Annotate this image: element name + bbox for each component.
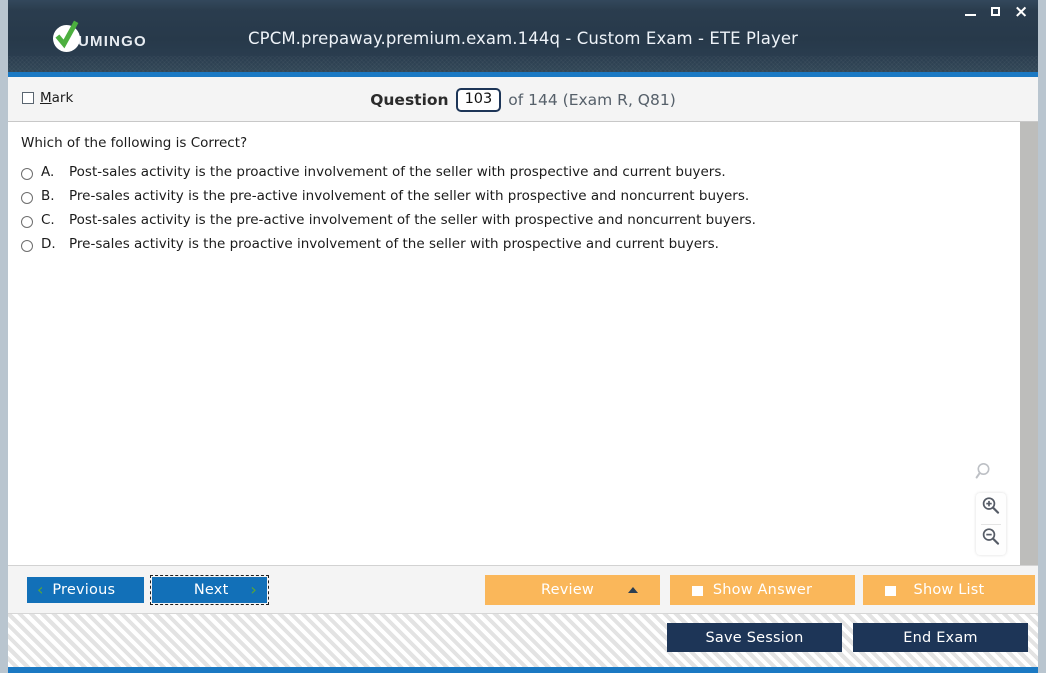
radio-button[interactable] <box>21 240 33 252</box>
option-letter: B. <box>41 188 55 204</box>
radio-button[interactable] <box>21 168 33 180</box>
square-icon <box>692 586 703 596</box>
save-session-button-label: Save Session <box>705 629 804 646</box>
question-content-pane: Which of the following is Correct? A. Po… <box>8 122 1038 565</box>
option-text: Post-sales activity is the pre-active in… <box>69 212 756 228</box>
show-answer-button-label: Show Answer <box>712 582 813 598</box>
radio-button[interactable] <box>21 216 33 228</box>
option-letter: A. <box>41 164 55 180</box>
review-button-label: Review <box>541 582 594 598</box>
answer-option[interactable]: B. Pre-sales activity is the pre-active … <box>21 188 1008 212</box>
titlebar-texture <box>8 56 1038 72</box>
chevron-left-icon: ‹ <box>37 580 44 599</box>
zoom-in-icon[interactable] <box>981 496 1001 521</box>
question-prompt: Which of the following is Correct? <box>21 135 248 151</box>
ete-player-window: UMINGO CPCM.prepaway.premium.exam.144q -… <box>0 0 1046 673</box>
end-exam-button-label: End Exam <box>903 629 978 646</box>
content-scrollbar[interactable] <box>1020 122 1038 565</box>
question-header-bar: Mark Question 103 of 144 (Exam R, Q81) <box>8 77 1038 122</box>
review-button[interactable]: Review <box>485 575 660 605</box>
option-letter: C. <box>41 212 55 228</box>
previous-button[interactable]: ‹ Previous <box>27 577 144 603</box>
navigation-toolbar: ‹ Previous Next › Review Show Answer Sho… <box>8 565 1038 614</box>
answer-options-list: A. Post-sales activity is the proactive … <box>21 164 1008 260</box>
question-number-field[interactable]: 103 <box>455 88 502 112</box>
question-word: Question <box>370 91 449 109</box>
bottom-accent-bar <box>8 667 1038 673</box>
option-text: Pre-sales activity is the pre-active inv… <box>69 188 750 204</box>
question-total-label: of 144 (Exam R, Q81) <box>508 91 676 109</box>
title-bar: UMINGO CPCM.prepaway.premium.exam.144q -… <box>8 0 1038 72</box>
footer-bar: Save Session End Exam <box>8 613 1038 667</box>
option-text: Pre-sales activity is the proactive invo… <box>69 236 719 252</box>
next-button[interactable]: Next › <box>150 575 269 605</box>
radio-button[interactable] <box>21 192 33 204</box>
show-list-button-label: Show List <box>913 582 985 598</box>
chevron-right-icon: › <box>250 580 257 599</box>
answer-option[interactable]: C. Post-sales activity is the pre-active… <box>21 212 1008 236</box>
window-controls: × <box>964 4 1028 21</box>
show-list-button[interactable]: Show List <box>863 575 1035 605</box>
answer-option[interactable]: A. Post-sales activity is the proactive … <box>21 164 1008 188</box>
minimize-icon[interactable] <box>964 4 978 20</box>
maximize-icon[interactable] <box>989 4 1003 20</box>
square-icon <box>885 586 896 596</box>
previous-button-label: Previous <box>52 582 116 598</box>
close-icon[interactable]: × <box>1014 4 1028 21</box>
option-text: Post-sales activity is the proactive inv… <box>69 164 726 180</box>
save-session-button[interactable]: Save Session <box>667 623 842 652</box>
question-counter: Question 103 of 144 (Exam R, Q81) <box>8 88 1038 112</box>
chevron-up-icon <box>628 587 638 593</box>
zoom-out-icon[interactable] <box>981 527 1001 552</box>
option-letter: D. <box>41 236 56 252</box>
titlebar-top-strip <box>8 0 1038 10</box>
zoom-controls-panel <box>976 493 1006 555</box>
next-button-label: Next <box>193 582 229 598</box>
end-exam-button[interactable]: End Exam <box>853 623 1028 652</box>
zoom-panel-divider <box>981 524 1001 525</box>
answer-option[interactable]: D. Pre-sales activity is the proactive i… <box>21 236 1008 260</box>
show-answer-button[interactable]: Show Answer <box>670 575 855 605</box>
magnifier-icon[interactable] <box>975 462 995 487</box>
window-title: CPCM.prepaway.premium.exam.144q - Custom… <box>248 29 798 48</box>
